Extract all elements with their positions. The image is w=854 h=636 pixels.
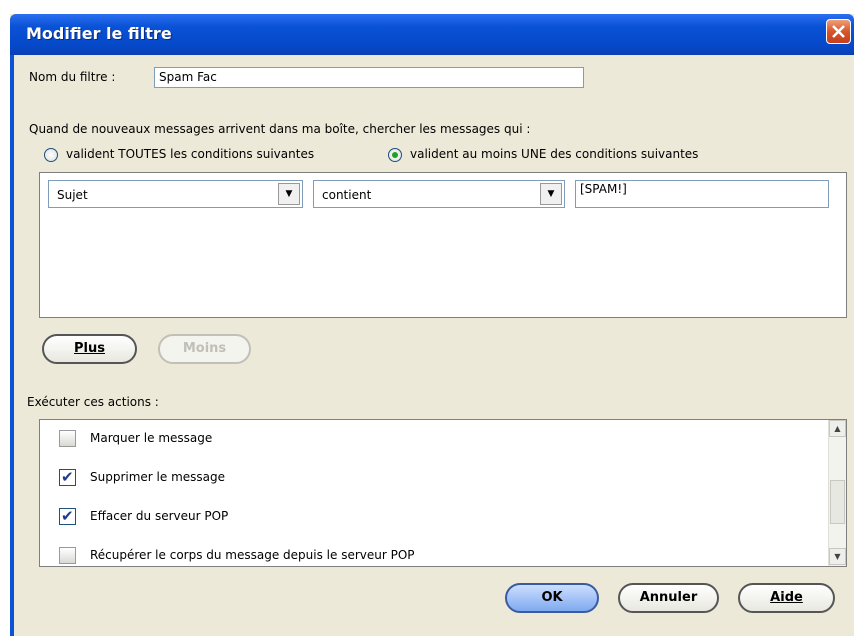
cancel-button-label: Annuler <box>639 590 698 605</box>
plus-button[interactable]: Plus <box>42 334 137 364</box>
filter-dialog: Modifier le filtre Nom du filtre : Spam … <box>10 14 854 636</box>
cancel-button[interactable]: Annuler <box>618 583 719 613</box>
field-dropdown[interactable]: Sujet ▼ <box>48 180 303 208</box>
match-prompt: Quand de nouveaux messages arrivent dans… <box>29 122 531 136</box>
scroll-thumb[interactable] <box>830 480 845 524</box>
action-checkbox-fetch-body[interactable] <box>59 547 76 564</box>
scroll-down-icon[interactable]: ▼ <box>829 548 846 565</box>
operator-dropdown[interactable]: contient ▼ <box>313 180 565 208</box>
condition-value-input[interactable]: [SPAM!] <box>575 180 829 208</box>
scroll-up-icon[interactable]: ▲ <box>829 420 846 437</box>
actions-list: Marquer le message ✔ Supprimer le messag… <box>39 419 847 567</box>
ok-button[interactable]: OK <box>505 583 599 613</box>
action-label-fetch-body: Récupérer le corps du message depuis le … <box>90 548 415 562</box>
plus-button-label: Plus <box>74 341 105 356</box>
action-checkbox-mark[interactable] <box>59 430 76 447</box>
radio-all-conditions[interactable] <box>44 148 58 162</box>
filter-name-label: Nom du filtre : <box>29 70 116 84</box>
minus-button-label: Moins <box>182 341 227 356</box>
action-checkbox-erase-pop[interactable]: ✔ <box>59 507 76 525</box>
action-label-erase-pop: Effacer du serveur POP <box>90 509 229 523</box>
window-frame-left <box>10 55 14 636</box>
minus-button[interactable]: Moins <box>158 334 251 364</box>
close-button[interactable] <box>826 19 851 44</box>
action-label-delete: Supprimer le message <box>90 470 226 484</box>
filter-name-input[interactable]: Spam Fac <box>154 67 584 88</box>
radio-selected-dot <box>392 152 398 158</box>
help-button-label: Aide <box>770 590 803 605</box>
close-icon <box>832 25 845 38</box>
radio-any-condition[interactable] <box>388 148 402 162</box>
chevron-down-icon[interactable]: ▼ <box>540 183 562 205</box>
checkmark-icon: ✔ <box>61 507 74 525</box>
operator-dropdown-value: contient <box>322 188 372 202</box>
action-label-mark: Marquer le message <box>90 431 213 445</box>
conditions-box: Sujet ▼ contient ▼ [SPAM!] <box>39 172 847 318</box>
action-checkbox-delete[interactable]: ✔ <box>59 468 76 486</box>
field-dropdown-value: Sujet <box>57 188 88 202</box>
checkmark-icon: ✔ <box>61 468 74 486</box>
chevron-down-icon[interactable]: ▼ <box>278 183 300 205</box>
ok-button-label: OK <box>541 590 563 605</box>
actions-scrollbar[interactable]: ▲ ▼ <box>828 420 846 566</box>
title-bar: Modifier le filtre <box>10 14 854 55</box>
dialog-title: Modifier le filtre <box>26 24 172 43</box>
actions-label: Exécuter ces actions : <box>27 395 159 409</box>
radio-all-label: valident TOUTES les conditions suivantes <box>66 147 315 161</box>
help-button[interactable]: Aide <box>738 583 835 613</box>
radio-any-label: valident au moins UNE des conditions sui… <box>410 147 699 161</box>
